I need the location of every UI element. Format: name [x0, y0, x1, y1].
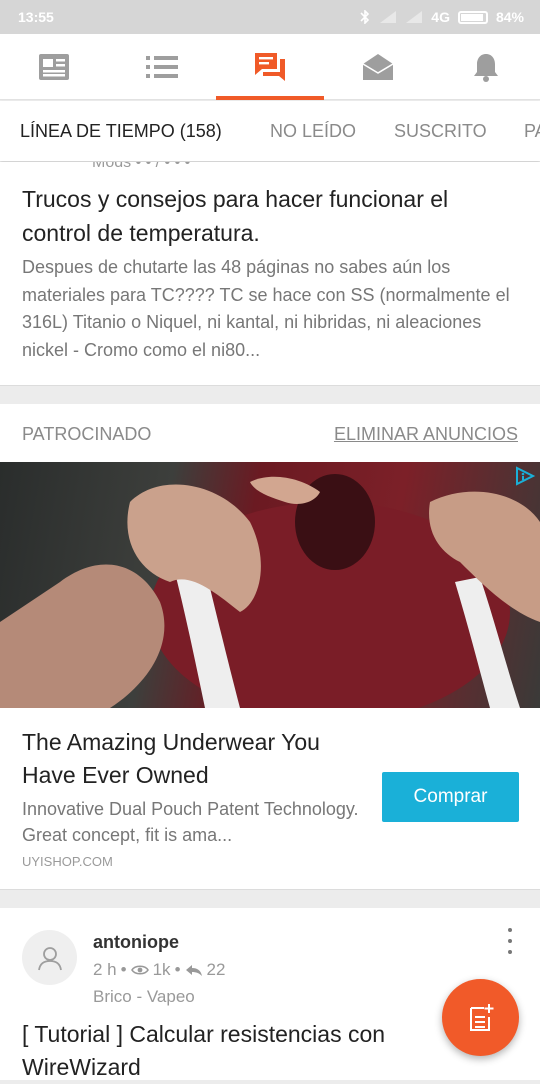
- ad-description: Innovative Dual Pouch Patent Technology.…: [22, 799, 359, 845]
- buy-button[interactable]: Comprar: [382, 772, 519, 822]
- nav-mail-button[interactable]: [324, 34, 432, 100]
- post-category[interactable]: Brico - Vapeo: [93, 987, 195, 1007]
- tab-partial[interactable]: PA: [524, 121, 540, 142]
- nav-news-button[interactable]: [0, 34, 108, 100]
- topic-excerpt: Despues de chutarte las 48 páginas no sa…: [22, 257, 510, 360]
- post-views: 1k: [152, 960, 171, 979]
- news-icon: [39, 54, 69, 80]
- topic-card[interactable]: Mods • • / • • • Trucos y consejos para …: [0, 162, 540, 386]
- list-icon: [146, 56, 178, 78]
- status-indicators: 4G 84%: [359, 9, 524, 25]
- post-meta: 2 h • 1k • 22: [93, 960, 225, 980]
- avatar[interactable]: [22, 930, 77, 985]
- topic-title[interactable]: Trucos y consejos para hacer funcionar e…: [22, 182, 512, 250]
- meta-separator: •: [120, 960, 127, 979]
- ad-domain: UYISHOP.COM: [22, 854, 113, 869]
- post-author[interactable]: antoniope: [93, 932, 179, 953]
- ad-headline[interactable]: The Amazing Underwear You Have Ever Owne…: [22, 726, 362, 792]
- more-options-icon[interactable]: [500, 928, 520, 954]
- status-time: 13:55: [18, 9, 54, 25]
- post-time: 2 h: [93, 960, 117, 979]
- adchoices-icon[interactable]: [514, 466, 536, 486]
- network-type: 4G: [431, 9, 450, 25]
- post-title[interactable]: [ Tutorial ] Calcular resistencias con W…: [22, 1018, 442, 1084]
- battery-level: 84%: [495, 9, 524, 25]
- topic-category-cut: Mods • • / • • •: [92, 162, 191, 171]
- timeline-tabs: LÍNEA DE TIEMPO (158) NO LEÍDO SUSCRITO …: [0, 101, 540, 161]
- eye-icon: [130, 965, 149, 975]
- nav-list-button[interactable]: [108, 34, 216, 100]
- ad-photo-illustration: [0, 474, 540, 708]
- reply-icon: [185, 965, 202, 976]
- sponsored-label: PATROCINADO: [22, 424, 152, 444]
- tab-timeline[interactable]: LÍNEA DE TIEMPO (158): [20, 121, 222, 142]
- signal-icon-2: [406, 11, 423, 23]
- tab-unread[interactable]: NO LEÍDO: [270, 121, 356, 142]
- mail-icon: [362, 54, 394, 80]
- remove-ads-link[interactable]: ELIMINAR ANUNCIOS: [334, 424, 518, 445]
- status-bar: 13:55 4G 84%: [0, 0, 540, 34]
- bell-icon: [474, 54, 498, 82]
- battery-icon: [457, 10, 488, 24]
- bluetooth-icon: [360, 10, 370, 24]
- ad-image[interactable]: [0, 462, 540, 708]
- signal-icon: [380, 11, 397, 23]
- active-tab-indicator: [216, 96, 324, 100]
- nav-chat-button[interactable]: [216, 34, 324, 100]
- nav-notifications-button[interactable]: [432, 34, 540, 100]
- new-post-button[interactable]: [442, 979, 519, 1056]
- chat-icon: [255, 53, 285, 81]
- meta-separator-2: •: [174, 960, 181, 979]
- compose-icon: [469, 1003, 493, 1031]
- post-replies: 22: [206, 960, 226, 979]
- user-icon: [37, 946, 62, 970]
- tab-subscribed[interactable]: SUSCRITO: [394, 121, 487, 142]
- sponsored-ad: PATROCINADO ELIMINAR ANUNCIOS The Amazin…: [0, 404, 540, 890]
- icon-nav-bar: [0, 34, 540, 100]
